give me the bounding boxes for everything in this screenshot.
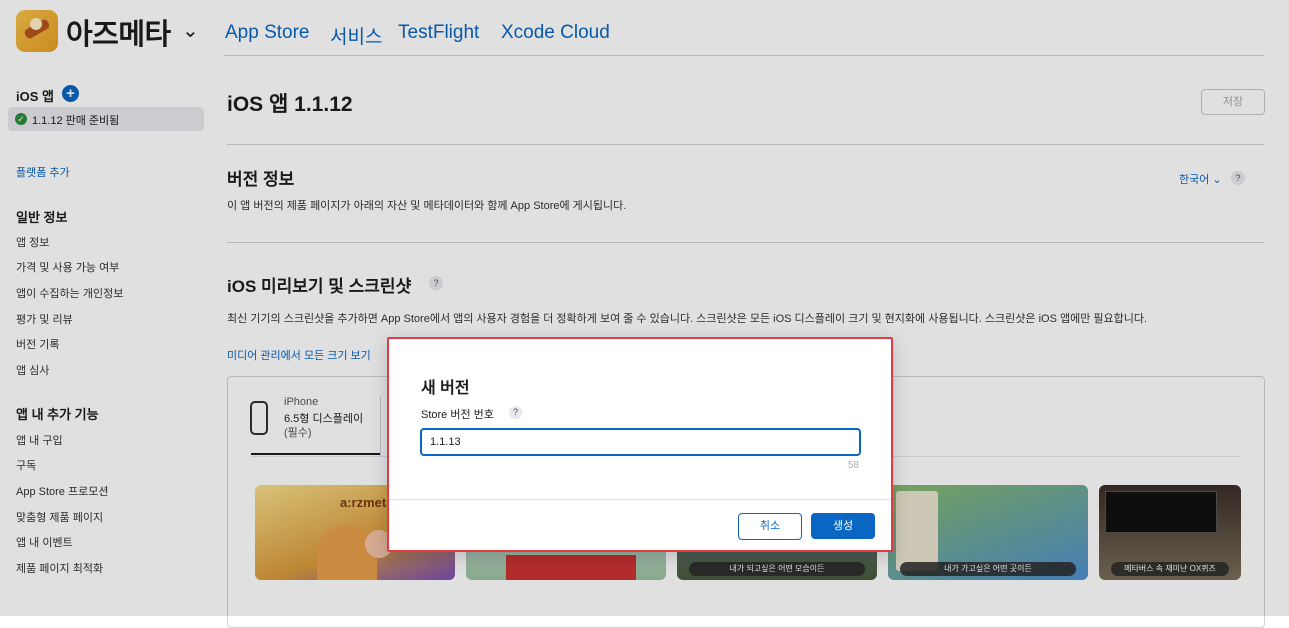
dialog-divider: [389, 499, 891, 500]
dialog-title: 새 버전: [421, 380, 470, 397]
version-number-input[interactable]: [420, 428, 861, 456]
new-version-dialog: 새 버전 Store 버전 번호 ? 58 취소 생성: [387, 337, 893, 552]
char-count: 58: [847, 460, 859, 471]
version-number-label: Store 버전 번호: [421, 409, 494, 421]
help-icon[interactable]: ?: [509, 406, 522, 419]
create-button[interactable]: 생성: [811, 513, 875, 539]
cancel-button[interactable]: 취소: [738, 513, 802, 540]
